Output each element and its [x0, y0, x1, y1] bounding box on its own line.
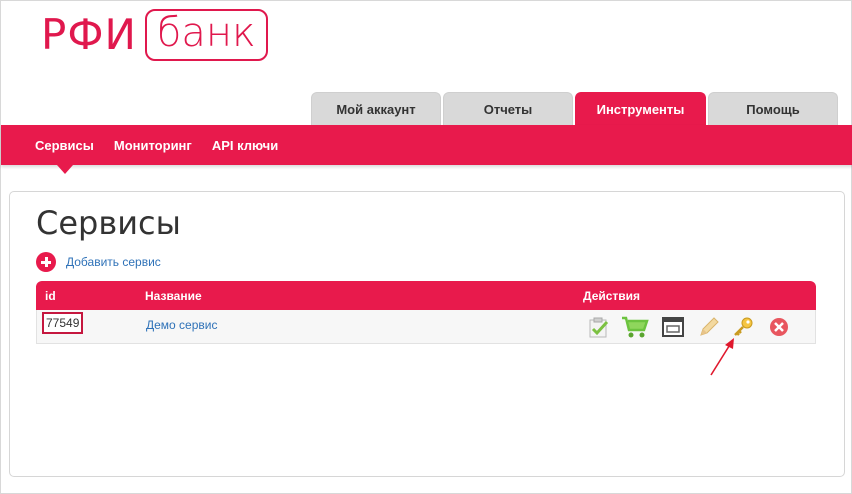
table-row: 77549 Демо сервис [36, 310, 816, 344]
sub-navbar: Сервисы Мониторинг API ключи [1, 125, 852, 165]
add-service-button[interactable]: Добавить сервис [36, 252, 161, 272]
table-header: id Название Действия [36, 281, 816, 310]
main-tabs: Мой аккаунт Отчеты Инструменты Помощь [311, 92, 840, 125]
subnav-monitoring[interactable]: Мониторинг [114, 138, 192, 153]
tab-my-account[interactable]: Мой аккаунт [311, 92, 441, 125]
active-subnav-pointer [57, 165, 73, 174]
header-actions: Действия [583, 289, 641, 303]
header-name: Название [145, 289, 202, 303]
logo-bank: банк [144, 9, 268, 61]
service-id: 77549 [42, 312, 84, 334]
checklist-icon[interactable] [587, 315, 611, 339]
cart-icon[interactable] [621, 315, 649, 339]
add-service-link[interactable]: Добавить сервис [66, 255, 161, 269]
service-name-link[interactable]: Демо сервис [146, 318, 217, 332]
window-icon[interactable] [661, 315, 685, 339]
delete-icon[interactable] [767, 315, 791, 339]
services-panel: Сервисы Добавить сервис id Название Дейс… [9, 191, 845, 477]
page-frame: РФИ банк Мой аккаунт Отчеты Инструменты … [0, 0, 852, 494]
logo[interactable]: РФИ банк [41, 7, 268, 63]
page-title: Сервисы [36, 204, 181, 242]
tab-tools[interactable]: Инструменты [575, 92, 706, 125]
subnav-api-keys[interactable]: API ключи [212, 138, 278, 153]
subnav-services[interactable]: Сервисы [35, 138, 94, 153]
annotation-arrow [710, 338, 734, 376]
services-table: id Название Действия 77549 Демо сервис [36, 281, 816, 344]
header-id: id [45, 289, 56, 303]
plus-icon[interactable] [36, 252, 56, 272]
tab-help[interactable]: Помощь [708, 92, 838, 125]
logo-rfi: РФИ [41, 10, 137, 59]
tab-reports[interactable]: Отчеты [443, 92, 573, 125]
